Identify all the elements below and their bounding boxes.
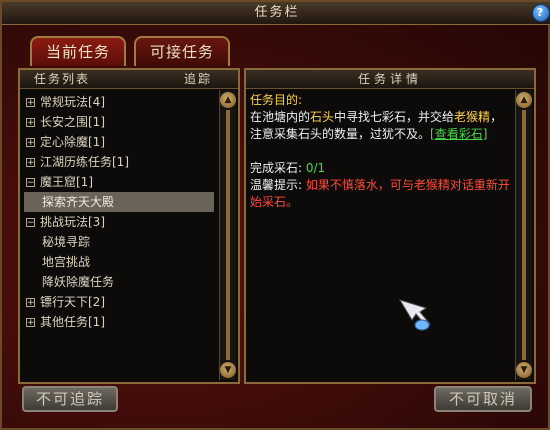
scroll-track[interactable] — [226, 110, 230, 360]
task-category-regular[interactable]: + 常规玩法[4] — [24, 92, 214, 112]
goal-text: 中寻找七彩石，并交给 — [334, 110, 455, 124]
task-progress: 完成采石: 0/1 — [250, 160, 514, 177]
task-goal-description: 在池塘内的石头中寻找七彩石，并交给老猴精，注意采集石头的数量，过犹不及。[查看彩… — [250, 109, 514, 143]
task-list-panel: 任务列表 追踪 + 常规玩法[4] + 长安之围[1] + 定心除魔[1] + 江湖历练… — [18, 68, 240, 384]
task-category-dingxin[interactable]: + 定心除魔[1] — [24, 132, 214, 152]
scroll-down-icon[interactable]: ▼ — [516, 362, 532, 378]
task-item[interactable]: 降妖除魔任务 — [24, 272, 214, 292]
task-item[interactable]: 秘境寻踪 — [24, 232, 214, 252]
help-icon[interactable]: ? — [532, 4, 550, 22]
task-category-changan[interactable]: + 长安之围[1] — [24, 112, 214, 132]
goal-keyword-stone: 石头 — [310, 110, 335, 124]
tab-current-tasks[interactable]: 当前任务 — [30, 36, 126, 66]
task-detail-header: 任务详情 — [246, 70, 534, 89]
task-item-selected[interactable]: 探索齐天大殿 — [24, 192, 214, 212]
task-category-label: 江湖历练任务[1] — [40, 155, 129, 169]
task-detail-scrollbar[interactable]: ▲ ▼ — [515, 90, 532, 380]
task-goal-title: 任务目的: — [250, 93, 303, 107]
untrack-button[interactable]: 不可追踪 — [22, 386, 118, 412]
cancel-task-button[interactable]: 不可取消 — [434, 386, 532, 412]
collapse-icon[interactable]: − — [26, 178, 35, 188]
view-stone-link[interactable]: [查看彩石] — [430, 127, 487, 141]
expand-icon[interactable]: + — [26, 298, 35, 308]
goal-text: 在池塘内的 — [250, 110, 311, 124]
task-category-challenge[interactable]: − 挑战玩法[3] — [24, 212, 214, 232]
expand-icon[interactable]: + — [26, 158, 35, 168]
expand-icon[interactable]: + — [26, 118, 35, 128]
expand-icon[interactable]: + — [26, 318, 35, 328]
progress-label: 完成采石: — [250, 161, 306, 175]
task-list-title: 任务列表 — [34, 72, 91, 86]
task-category-jianghu[interactable]: + 江湖历练任务[1] — [24, 152, 214, 172]
mouse-cursor-icon — [398, 299, 431, 331]
progress-value: 0/1 — [305, 161, 326, 175]
task-category-label: 镖行天下[2] — [40, 295, 105, 309]
task-category-label: 定心除魔[1] — [40, 135, 105, 149]
task-category-label: 长安之围[1] — [40, 115, 105, 129]
task-detail-title: 任务详情 — [357, 72, 422, 86]
task-list-header: 任务列表 追踪 — [20, 70, 238, 89]
expand-icon[interactable]: + — [26, 98, 35, 108]
task-window: 任务栏 ? 当前任务 可接任务 任务列表 追踪 + 常规玩法[4] + 长安之围[1… — [0, 0, 550, 430]
collapse-icon[interactable]: − — [26, 218, 35, 228]
window-titlebar[interactable]: 任务栏 ? — [2, 2, 550, 25]
goal-keyword-npc: 老猴精 — [454, 110, 491, 124]
task-category-label: 其他任务[1] — [40, 315, 105, 329]
tab-available-tasks[interactable]: 可接任务 — [134, 36, 230, 66]
task-list-scrollbar[interactable]: ▲ ▼ — [219, 90, 236, 380]
window-title: 任务栏 — [254, 5, 300, 20]
expand-icon[interactable]: + — [26, 138, 35, 148]
task-category-label: 魔王窟[1] — [40, 175, 93, 189]
tip-label: 温馨提示: — [250, 178, 306, 192]
scroll-up-icon[interactable]: ▲ — [516, 92, 532, 108]
task-category-mowangku[interactable]: − 魔王窟[1] — [24, 172, 214, 192]
task-tree: + 常规玩法[4] + 长安之围[1] + 定心除魔[1] + 江湖历练任务[1] − 魔… — [24, 92, 214, 332]
task-detail-panel: 任务详情 任务目的: 在池塘内的石头中寻找七彩石，并交给老猴精，注意采集石头的数… — [244, 68, 536, 384]
task-category-label: 挑战玩法[3] — [40, 215, 105, 229]
task-detail-body: 任务目的: 在池塘内的石头中寻找七彩石，并交给老猴精，注意采集石头的数量，过犹不… — [250, 92, 514, 211]
task-item[interactable]: 地宫挑战 — [24, 252, 214, 272]
scroll-down-icon[interactable]: ▼ — [220, 362, 236, 378]
task-category-escort[interactable]: + 镖行天下[2] — [24, 292, 214, 312]
task-tip: 温馨提示: 如果不慎落水，可与老猴精对话重新开始采石。 — [250, 177, 514, 211]
scroll-track[interactable] — [522, 110, 526, 360]
scroll-up-icon[interactable]: ▲ — [220, 92, 236, 108]
track-column-label: 追踪 — [183, 72, 212, 86]
task-category-label: 常规玩法[4] — [40, 95, 105, 109]
task-category-other[interactable]: + 其他任务[1] — [24, 312, 214, 332]
